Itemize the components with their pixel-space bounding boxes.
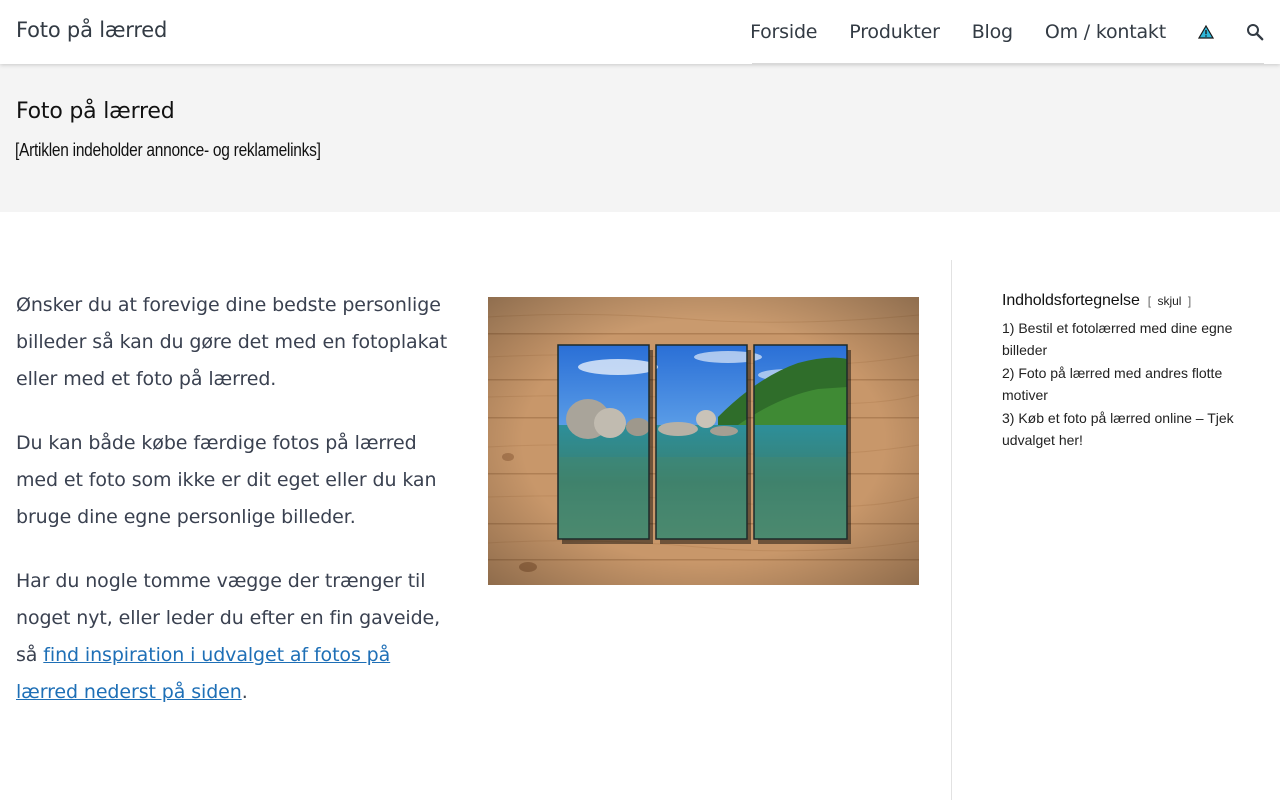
toc-item-number: 2) [1002,365,1015,381]
toc-item[interactable]: 1) Bestil et fotolærred med dine egne bi… [1002,317,1252,361]
article-content: Ønsker du at forevige dine bedste person… [16,287,456,738]
toc-toggle[interactable]: [ skjul ] [1148,294,1191,308]
intro-paragraph-2: Du kan både købe færdige fotos på lærred… [16,432,437,528]
sidebar-divider [951,260,952,800]
intro-paragraph-1: Ønsker du at forevige dine bedste person… [16,294,448,390]
page-title: Foto på lærred [16,99,175,124]
intro-paragraph-3: Har du nogle tomme vægge der trænger til… [16,563,456,711]
toc-item-link[interactable]: Foto på lærred med andres flotte motiver [1002,365,1222,403]
nav-item-om-kontakt[interactable]: Om / kontakt [1045,21,1166,43]
toc-item-link[interactable]: Bestil et fotolærred med dine egne bille… [1002,320,1232,358]
toc-title: Indholdsfortegnelse [1002,292,1140,309]
canvas-photo-image [488,297,919,585]
page-banner: Foto på lærred [Artiklen indeholder anno… [0,64,1280,212]
warning-triangle-icon[interactable] [1198,25,1214,39]
paragraph-3-end: . [241,681,248,703]
toc-item-link[interactable]: Køb et foto på lærred online – Tjek udva… [1002,410,1234,448]
toc-item[interactable]: 3) Køb et foto på lærred online – Tjek u… [1002,407,1252,451]
inspiration-link[interactable]: find inspiration i udvalget af fotos på … [16,644,390,703]
nav-item-blog[interactable]: Blog [972,21,1013,43]
nav-underline [752,63,1264,64]
table-of-contents: Indholdsfortegnelse [ skjul ] 1) Bestil … [1002,292,1252,452]
toc-list: 1) Bestil et fotolærred med dine egne bi… [1002,317,1252,451]
toc-toggle-close-bracket: ] [1187,294,1192,308]
nav-item-produkter[interactable]: Produkter [849,21,940,43]
toc-item-number: 1) [1002,320,1015,336]
toc-toggle-open-bracket: [ [1147,294,1152,308]
site-title-link[interactable]: Foto på lærred [16,18,167,42]
search-icon[interactable] [1246,23,1264,41]
site-header: Foto på lærred Forside Produkter Blog Om… [0,0,1280,64]
toc-hide-link[interactable]: skjul [1157,294,1181,308]
ad-disclaimer: [Artiklen indeholder annonce- og reklame… [15,140,321,160]
nav-item-forside[interactable]: Forside [750,21,817,43]
main-navigation: Forside Produkter Blog Om / kontakt [750,0,1264,64]
toc-header: Indholdsfortegnelse [ skjul ] [1002,292,1252,310]
toc-item[interactable]: 2) Foto på lærred med andres flotte moti… [1002,362,1252,406]
toc-item-number: 3) [1002,410,1015,426]
